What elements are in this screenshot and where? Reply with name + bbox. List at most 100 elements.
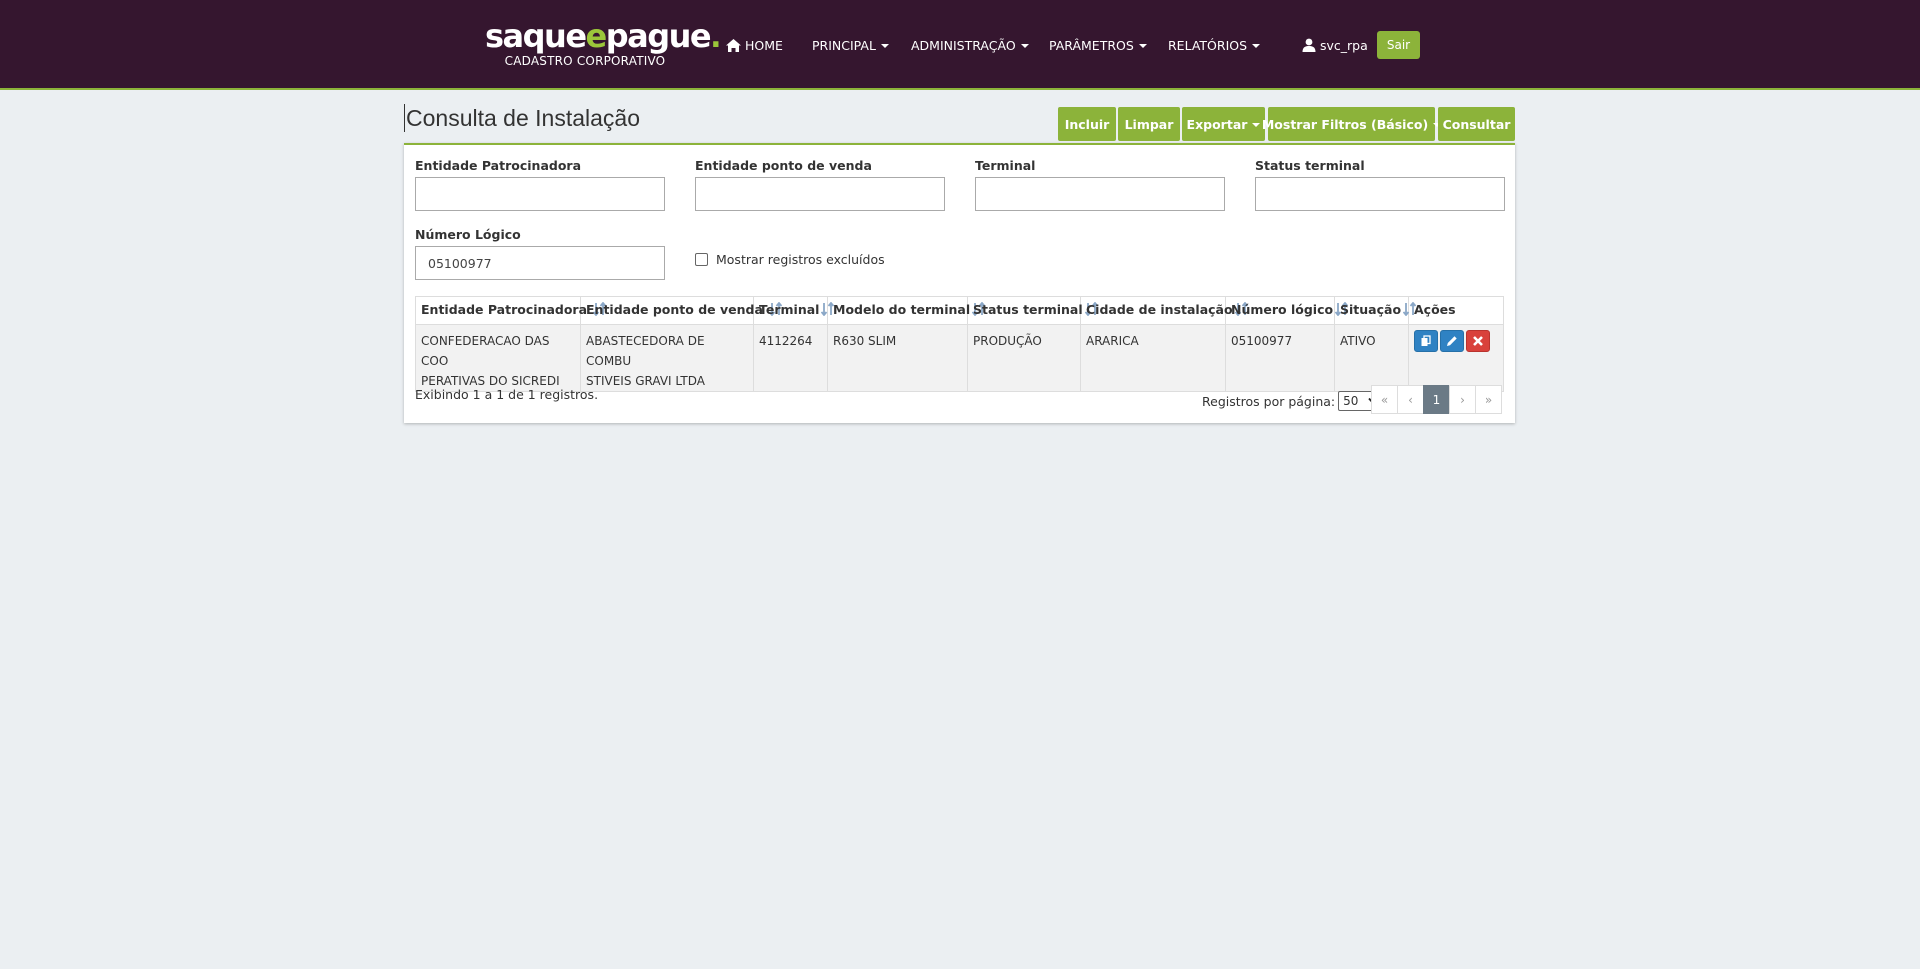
logout-button[interactable]: Sair (1377, 31, 1420, 59)
cell-entidade-ponto-venda: ABASTECEDORA DE COMBU STIVEIS GRAVI LTDA (580, 324, 754, 392)
mostrar-excluidos-label: Mostrar registros excluídos (716, 252, 885, 267)
status-terminal-label: Status terminal (1255, 158, 1365, 173)
col-header-acoes: Ações (1408, 296, 1504, 325)
incluir-button[interactable]: Incluir (1058, 107, 1116, 141)
nav-user[interactable]: svc_rpa (1302, 35, 1368, 55)
col-header-terminal[interactable]: Terminal (753, 296, 835, 325)
entidade-ponto-venda-input[interactable] (695, 177, 945, 211)
cell-status-terminal: PRODUÇÃO (967, 324, 1081, 392)
terminal-label: Terminal (975, 158, 1036, 173)
col-header-label: Número lógico (1231, 302, 1334, 317)
mostrar-excluidos-checkbox[interactable] (695, 253, 708, 266)
pagination: « ‹ 1 › » (1371, 385, 1502, 414)
exportar-label: Exportar (1186, 116, 1248, 132)
col-header-modelo-terminal[interactable]: Modelo do terminal (827, 296, 986, 325)
table-row[interactable]: CONFEDERACAO DAS COO PERATIVAS DO SICREDI… (415, 324, 1504, 392)
col-header-label: Status terminal (973, 302, 1083, 317)
nav-relatorios-label: RELATÓRIOS (1168, 37, 1248, 53)
limpar-button[interactable]: Limpar (1118, 107, 1180, 141)
status-terminal-input[interactable] (1255, 177, 1505, 211)
user-icon (1302, 38, 1316, 52)
copy-icon (1421, 335, 1431, 346)
logo-text-e: e (585, 17, 608, 55)
col-header-numero-logico[interactable]: Número lógico (1225, 296, 1349, 325)
col-header-entidade-patrocinadora[interactable]: Entidade Patrocinadora (415, 296, 607, 325)
records-info: Exibindo 1 a 1 de 1 registros. (415, 387, 599, 402)
cell-text-line-2: STIVEIS GRAVI LTDA (586, 374, 706, 388)
logo-wordmark: saque e pague. (485, 17, 722, 56)
delete-button[interactable] (1466, 330, 1490, 352)
cell-modelo-terminal: R630 SLIM (827, 324, 968, 392)
edit-button[interactable] (1440, 330, 1464, 352)
pencil-icon (1447, 336, 1457, 346)
numero-logico-label: Número Lógico (415, 227, 521, 242)
prev-page-button[interactable]: ‹ (1397, 385, 1424, 414)
nav-administracao[interactable]: ADMINISTRAÇÃO (911, 35, 1029, 55)
logo-dot: . (710, 20, 721, 55)
consultar-button[interactable]: Consultar (1438, 107, 1515, 141)
page-title: Consulta de Instalação (404, 104, 640, 132)
home-icon (726, 38, 741, 52)
cell-acoes (1408, 324, 1504, 392)
cell-terminal: 4112264 (753, 324, 828, 392)
logo-text-saque: saque (485, 17, 587, 55)
top-navbar: saque e pague. CADASTRO CORPORATIVO HOME P… (0, 0, 1920, 90)
nav-parametros-label: PARÂMETROS (1049, 37, 1134, 53)
entidade-patrocinadora-input[interactable] (415, 177, 665, 211)
col-header-cidade-instalacao[interactable]: Cidade de instalação (1080, 296, 1248, 325)
chevron-down-icon (1020, 44, 1029, 48)
terminal-input[interactable] (975, 177, 1225, 211)
entidade-ponto-venda-label: Entidade ponto de venda (695, 158, 872, 173)
page-1-button[interactable]: 1 (1423, 385, 1450, 414)
col-header-status-terminal[interactable]: Status terminal (967, 296, 1098, 325)
cell-numero-logico: 05100977 (1225, 324, 1335, 392)
brand-logo[interactable]: saque e pague. CADASTRO CORPORATIVO (485, 17, 722, 68)
table-header-row: Entidade Patrocinadora Entidade ponto de… (415, 296, 1504, 325)
cell-cidade-instalacao: ARARICA (1080, 324, 1226, 392)
username-label: svc_rpa (1320, 37, 1368, 53)
nav-principal-label: PRINCIPAL (812, 37, 876, 53)
chevron-down-icon (880, 44, 889, 48)
mostrar-filtros-button[interactable]: Mostrar Filtros (Básico) (1262, 107, 1442, 141)
col-header-label: Ações (1414, 302, 1456, 317)
per-page-value: 50 (1343, 394, 1359, 408)
exportar-button[interactable]: Exportar (1182, 107, 1265, 141)
col-header-label: Cidade de instalação (1086, 302, 1233, 317)
cell-situacao: ATIVO (1334, 324, 1409, 392)
mostrar-excluidos-toggle[interactable]: Mostrar registros excluídos (695, 252, 885, 267)
copy-button[interactable] (1414, 330, 1438, 352)
col-header-situacao[interactable]: Situação (1334, 296, 1417, 325)
chevron-down-icon (1252, 123, 1261, 127)
col-header-label: Terminal (759, 302, 820, 317)
cell-text-line-1: CONFEDERACAO DAS COO (421, 334, 550, 368)
nav-principal[interactable]: PRINCIPAL (812, 35, 889, 55)
brand-subtitle: CADASTRO CORPORATIVO (504, 54, 666, 68)
col-header-label: Situação (1340, 302, 1402, 317)
col-header-label: Entidade ponto de venda (586, 302, 763, 317)
nav-home[interactable]: HOME (726, 35, 783, 55)
col-header-label: Entidade Patrocinadora (421, 302, 588, 317)
first-page-button[interactable]: « (1371, 385, 1398, 414)
last-page-button[interactable]: » (1475, 385, 1502, 414)
nav-relatorios[interactable]: RELATÓRIOS (1168, 35, 1261, 55)
next-page-button[interactable]: › (1449, 385, 1476, 414)
results-table: Entidade Patrocinadora Entidade ponto de… (415, 296, 1504, 392)
search-panel: Entidade Patrocinadora Entidade ponto de… (404, 143, 1515, 423)
per-page-label: Registros por página: (1202, 393, 1336, 409)
chevron-down-icon (1138, 44, 1147, 48)
cell-entidade-patrocinadora: CONFEDERACAO DAS COO PERATIVAS DO SICREDI (415, 324, 581, 392)
mostrar-filtros-label: Mostrar Filtros (Básico) (1261, 116, 1429, 132)
nav-parametros[interactable]: PARÂMETROS (1049, 35, 1147, 55)
per-page-control: Registros por página: 50 (1202, 391, 1385, 411)
nav-administracao-label: ADMINISTRAÇÃO (911, 37, 1016, 53)
entidade-patrocinadora-label: Entidade Patrocinadora (415, 158, 582, 173)
cell-text-line-2: PERATIVAS DO SICREDI (421, 374, 560, 388)
cell-text-line-1: ABASTECEDORA DE COMBU (586, 334, 705, 368)
logo-text-pague: pague (605, 17, 712, 55)
chevron-down-icon (1252, 44, 1261, 48)
numero-logico-input[interactable]: 05100977 (415, 246, 665, 280)
col-header-entidade-ponto-venda[interactable]: Entidade ponto de venda (580, 296, 783, 325)
nav-home-label: HOME (745, 37, 783, 53)
close-icon (1473, 336, 1483, 346)
col-header-label: Modelo do terminal (833, 302, 971, 317)
